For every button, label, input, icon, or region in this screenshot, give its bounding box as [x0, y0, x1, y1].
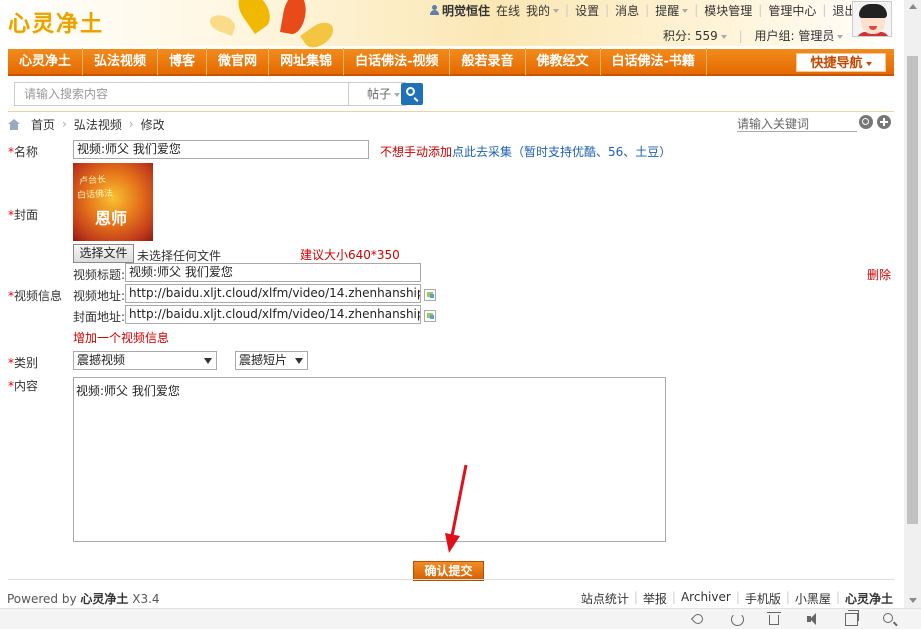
scrollbar-thumb[interactable] — [907, 56, 918, 524]
trash-icon[interactable] — [767, 612, 781, 625]
footer-darkroom-link[interactable]: 小黑屋 — [795, 590, 831, 607]
footer-archiver-link[interactable]: Archiver — [681, 590, 731, 607]
zoom-icon[interactable] — [883, 613, 893, 623]
annotation-arrow — [445, 464, 468, 553]
footer-report-link[interactable]: 举报 — [643, 590, 667, 607]
window-icon[interactable] — [845, 610, 859, 626]
rocket-icon[interactable] — [690, 611, 706, 627]
footer-stats-link[interactable]: 站点统计 — [581, 590, 629, 607]
divider — [8, 579, 894, 580]
footer-mobile-link[interactable]: 手机版 — [745, 590, 781, 607]
scroll-down-icon[interactable] — [909, 598, 917, 603]
vertical-scrollbar[interactable] — [904, 0, 921, 608]
refresh-icon[interactable] — [731, 613, 744, 626]
footer-brand-link[interactable]: 心灵净土 — [845, 590, 893, 607]
speaker-icon[interactable] — [807, 613, 820, 626]
browser-status-bar — [0, 608, 921, 629]
scroll-up-icon[interactable] — [909, 4, 917, 9]
footer-links: 站点统计 | 举报 | Archiver | 手机版 | 小黑屋 | 心灵净土 — [580, 590, 893, 607]
powered-by: Powered by 心灵净土 X3.4 — [7, 592, 160, 606]
submit-button[interactable]: 确认提交 — [413, 561, 484, 581]
powered-brand-link[interactable]: 心灵净土 — [80, 592, 128, 606]
